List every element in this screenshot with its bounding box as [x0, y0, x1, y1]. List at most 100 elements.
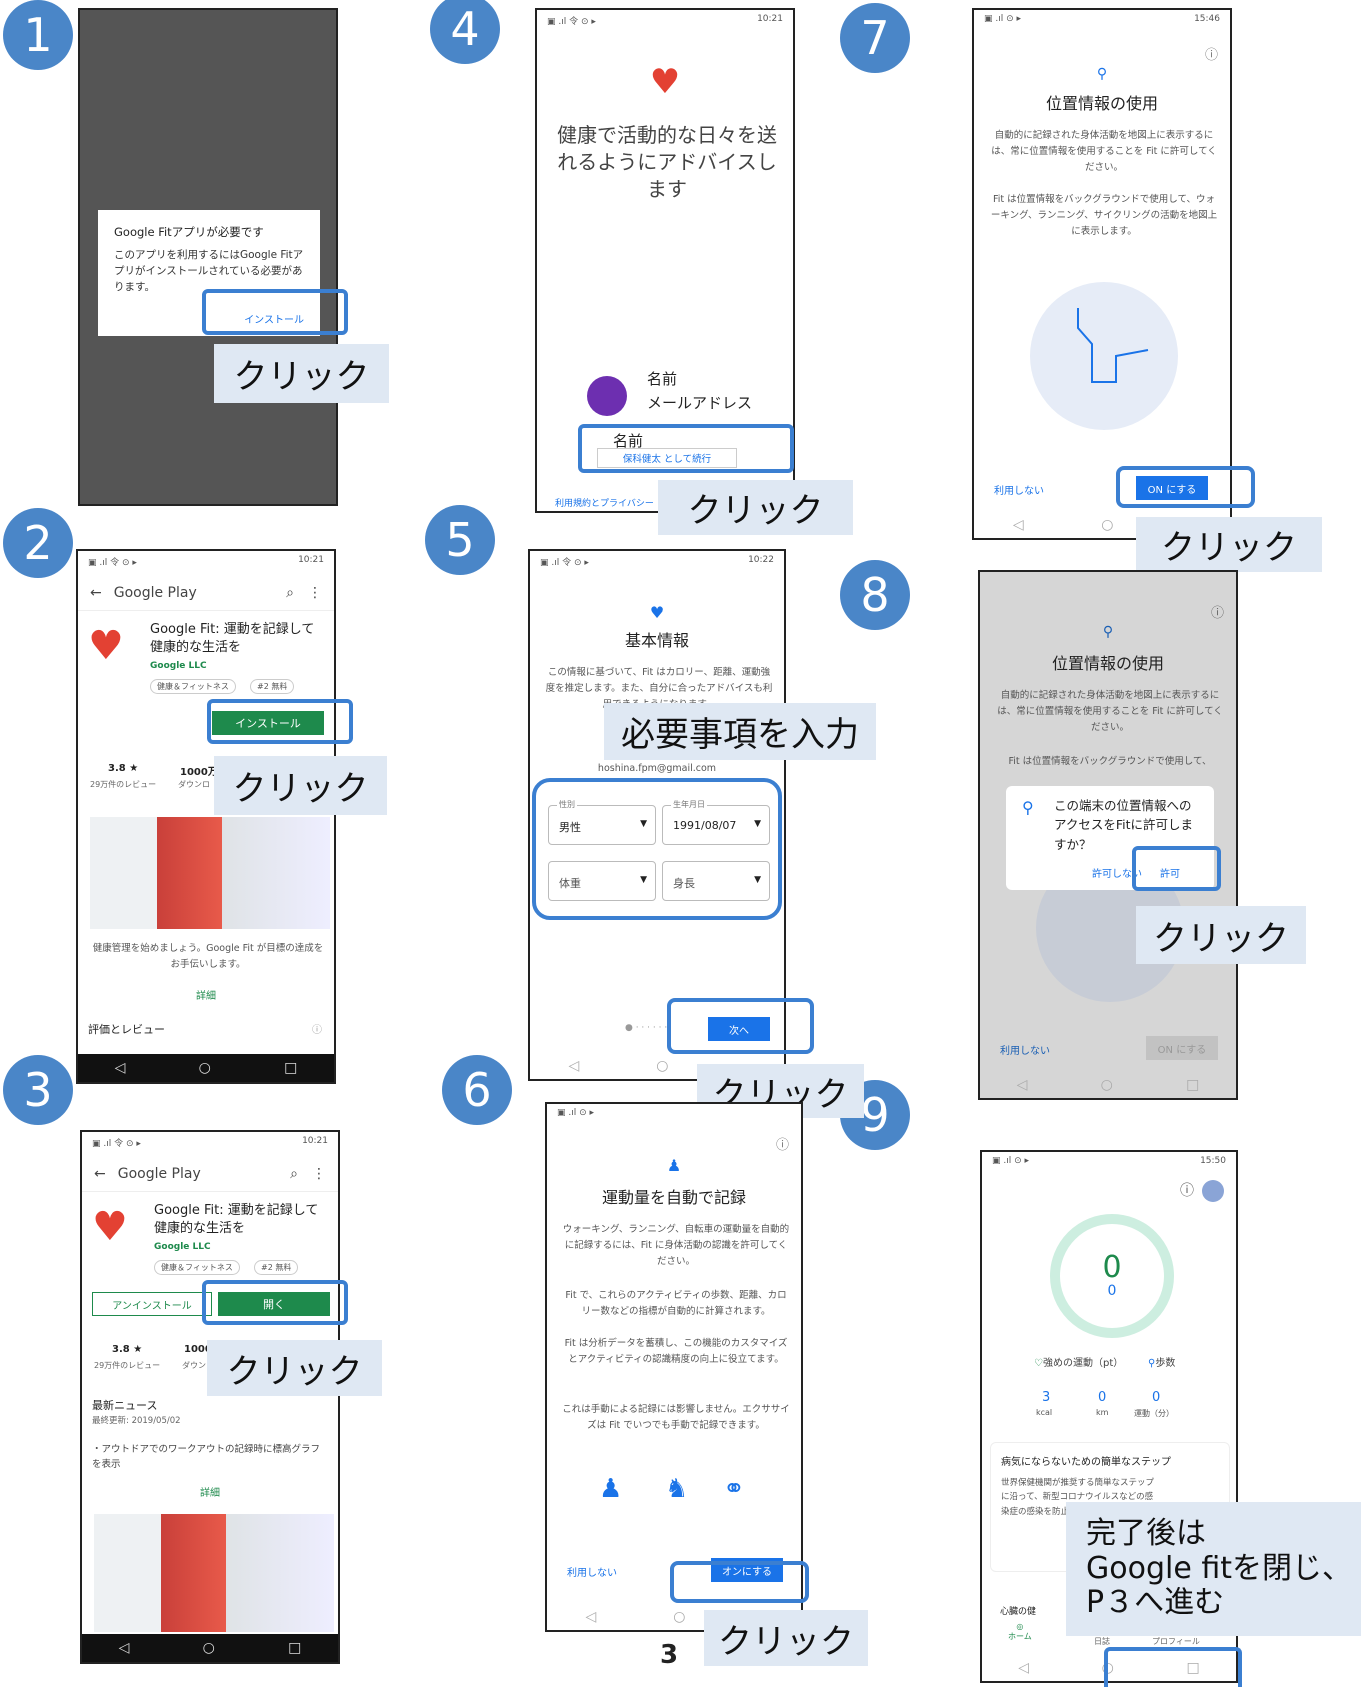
highlight-install [207, 699, 353, 744]
page-dots: ● · · · · · · [625, 1023, 668, 1033]
status-bar: ▣ .ıl ⊙ ▸ 15:46 [984, 14, 1220, 24]
back-icon[interactable]: ◁ [119, 1640, 130, 1656]
paragraph-1: 自動的に記録された身体活動を地図上に表示するには、常に位置情報を使用することを … [997, 690, 1223, 734]
tag-category: 健康＆フィットネス [154, 1260, 240, 1275]
tag-rank: #2 無料 [250, 679, 295, 694]
status-bar: ▣ .ıl 令 ⊙ ▸ 10:21 [547, 14, 783, 27]
rating: 3.8 ★ [112, 1344, 143, 1355]
ring-steps-value: 0 [1107, 1283, 1117, 1299]
screenshot-gallery[interactable] [94, 1514, 334, 1632]
home-icon[interactable]: ○ [673, 1609, 685, 1625]
dialog-title: Google Fitアプリが必要です [114, 225, 264, 239]
callout-click-8: クリック [1136, 906, 1306, 964]
step-number-4: 4 [430, 0, 500, 64]
phone-step-6: ▣ .ıl ⊙ ▸ ⓘ ♟ 運動量を自動で記録 ウォーキング、ランニング、自転車… [545, 1102, 803, 1632]
back-icon[interactable]: ◁ [1013, 517, 1024, 533]
help-icon[interactable]: ⓘ [1211, 602, 1224, 621]
tab-home[interactable]: ◎ ホーム [1008, 1622, 1032, 1642]
paragraph-2: Fit は位置情報をバックグラウンドで使用して、 [1008, 756, 1212, 767]
ring-value: 0 [1102, 1250, 1122, 1285]
phone-step-3: ▣ .ıl 令 ⊙ ▸ 10:21 ← Google Play ⌕ ⋮ ♥ Goo… [80, 1130, 340, 1664]
highlight-open [202, 1280, 348, 1325]
details-link[interactable]: 詳細 [78, 987, 334, 1002]
news-body: ・アウトドアでのワークアウトの記録時に標高グラフを表示 [92, 1444, 321, 1471]
search-icon[interactable]: ⌕ [286, 585, 294, 601]
app-title: Google Fit: 運動を記録して健康的な生活を [154, 1203, 319, 1236]
callout-click-4: クリック [658, 480, 853, 535]
terms-link[interactable]: 利用規約とプライバシー [555, 496, 654, 509]
home-icon[interactable]: ○ [203, 1640, 215, 1656]
location-pin-icon: ⚲ [1022, 798, 1034, 817]
step-number-6: 6 [442, 1055, 512, 1125]
news-date: 最終更新: 2019/05/02 [92, 1416, 181, 1426]
avatar[interactable] [1202, 1180, 1224, 1202]
status-bar: ▣ .ıl 令 ⊙ ▸ 10:22 [540, 555, 774, 568]
status-bar: ▣ .ıl 令 ⊙ ▸ 10:21 [92, 1136, 328, 1149]
paragraph-1: 自動的に記録された身体活動を地図上に表示するには、常に位置情報を使用することを … [991, 130, 1217, 174]
back-icon[interactable]: ◁ [1017, 1077, 1028, 1093]
back-icon[interactable]: ◁ [569, 1058, 580, 1074]
phone-step-7: ▣ .ıl ⊙ ▸ 15:46 ⓘ ⚲ 位置情報の使用 自動的に記録された身体活動… [972, 8, 1232, 540]
info-icon[interactable]: ⓘ [1180, 1180, 1194, 1200]
decline-button[interactable]: 利用しない [994, 482, 1044, 497]
location-pin-icon: ⚲ [1096, 66, 1108, 82]
decline-button[interactable]: 利用しない [1000, 1042, 1050, 1057]
map-illustration [1030, 282, 1178, 430]
page-title: 位置情報の使用 [1045, 94, 1158, 113]
developer: Google LLC [150, 661, 207, 671]
running-icon: ♞ [665, 1474, 689, 1504]
nav-bar: ◁ ○ □ [78, 1054, 334, 1082]
home-icon[interactable]: ○ [656, 1058, 668, 1074]
decline-button[interactable]: 利用しない [567, 1564, 617, 1579]
callout-click-2: クリック [214, 756, 387, 815]
fit-logo-icon: ♥ [649, 603, 665, 622]
app-bar-title: Google Play [113, 584, 197, 601]
phone-step-8: ⓘ ⚲ 位置情報の使用 自動的に記録された身体活動を地図上に表示するには、常に位… [978, 570, 1238, 1100]
recents-icon[interactable]: □ [288, 1640, 301, 1656]
paragraph-2: Fit は位置情報をバックグラウンドで使用して、ウォーキング、ランニング、サイク… [990, 194, 1218, 238]
help-icon[interactable]: ⓘ [1205, 44, 1218, 63]
more-icon[interactable]: ⋮ [308, 585, 322, 601]
highlight-enable [670, 1561, 809, 1603]
tab-journal[interactable]: 日誌 [1094, 1636, 1110, 1647]
back-icon[interactable]: ◁ [1018, 1660, 1029, 1676]
min-label: 運動（分） [1134, 1409, 1174, 1418]
phone-step-1: Google Fitアプリが必要です このアプリを利用するにはGoogle Fi… [78, 8, 338, 506]
status-bar: ▣ .ıl ⊙ ▸ 15:50 [992, 1156, 1226, 1166]
page-title: 位置情報の使用 [1051, 654, 1164, 673]
home-icon[interactable]: ○ [1101, 517, 1113, 533]
home-icon[interactable]: ○ [1101, 1077, 1113, 1093]
details-link[interactable]: 詳細 [82, 1484, 338, 1499]
highlight-next [667, 998, 814, 1054]
more-icon[interactable]: ⋮ [312, 1166, 326, 1182]
back-arrow-icon[interactable]: ← [90, 585, 102, 601]
steps-label: ⚲歩数 [1148, 1358, 1176, 1369]
location-pin-icon: ⚲ [1102, 624, 1114, 640]
uninstall-button[interactable]: アンインストール [92, 1292, 212, 1316]
avatar [587, 376, 627, 416]
tab-profile[interactable]: プロフィール [1152, 1636, 1200, 1647]
home-icon[interactable]: ○ [199, 1060, 211, 1076]
step-number-7: 7 [840, 3, 910, 73]
info-icon[interactable]: ⓘ [312, 1021, 322, 1036]
back-icon[interactable]: ◁ [586, 1609, 597, 1625]
help-icon[interactable]: ⓘ [776, 1134, 789, 1153]
on-button[interactable]: ON にする [1146, 1036, 1218, 1060]
heart-icon: ♡ [1034, 1358, 1043, 1369]
screenshot-gallery[interactable] [90, 817, 330, 929]
recents-icon[interactable]: □ [1186, 1077, 1199, 1093]
fit-logo-icon: ♥ [88, 623, 124, 669]
downloads-label: ダウンロ [178, 780, 210, 789]
highlight-home [1104, 1647, 1242, 1687]
search-icon[interactable]: ⌕ [290, 1166, 298, 1182]
heart-points-label: ♡強めの運動（pt） [1034, 1358, 1124, 1369]
back-arrow-icon[interactable]: ← [94, 1166, 106, 1182]
step-number-5: 5 [425, 505, 495, 575]
tag-rank: #2 無料 [254, 1260, 299, 1275]
kcal-value: 3 [1042, 1390, 1051, 1405]
page-number: 3 [660, 1640, 679, 1670]
headline: 健康で活動的な日々を送れるようにアドバイスします [557, 123, 777, 201]
downloads-label: ダウン [182, 1361, 206, 1370]
recents-icon[interactable]: □ [284, 1060, 297, 1076]
back-icon[interactable]: ◁ [115, 1060, 126, 1076]
